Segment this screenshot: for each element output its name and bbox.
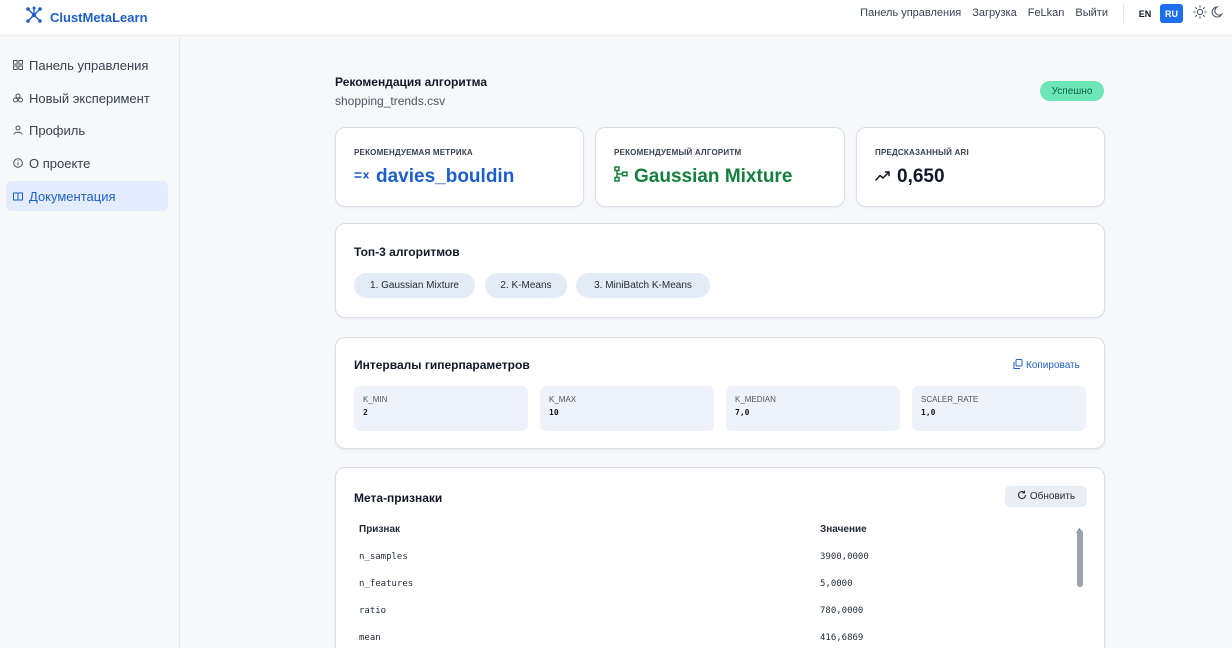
info-icon	[13, 158, 23, 168]
metric-icon	[354, 166, 370, 188]
nav-logout-link[interactable]: Выйти	[1075, 7, 1108, 19]
copy-label: Копировать	[1026, 360, 1080, 371]
copy-button[interactable]: Копировать	[1013, 359, 1080, 372]
algorithm-card-label: РЕКОМЕНДУЕМЫЙ АЛГОРИТМ	[614, 148, 742, 157]
hyperparams-card: Интервалы гиперпараметров Копировать K_M…	[335, 337, 1105, 449]
network-logo-icon	[24, 5, 44, 30]
metric-card: РЕКОМЕНДУЕМАЯ МЕТРИКА davies_bouldin	[335, 127, 584, 207]
refresh-icon	[1017, 490, 1027, 503]
param-name: SCALER_RATE	[921, 395, 979, 404]
top3-title: Топ-3 алгоритмов	[354, 245, 460, 259]
top3-card: Топ-3 алгоритмов 1. Gaussian Mixture 2. …	[335, 223, 1105, 318]
ari-card-label: ПРЕДСКАЗАННЫЙ ARI	[875, 148, 969, 157]
param-value: 2	[363, 408, 368, 417]
param-name: K_MIN	[363, 395, 388, 404]
experiment-icon	[13, 93, 23, 103]
ari-card-value-row: 0,650	[875, 165, 945, 189]
sun-icon[interactable]	[1193, 5, 1207, 19]
sidebar-item-label: Документация	[29, 188, 116, 204]
lang-ru-button[interactable]: RU	[1160, 4, 1183, 23]
status-badge: Успешно	[1040, 81, 1104, 101]
refresh-button[interactable]: Обновить	[1005, 486, 1087, 507]
moon-icon[interactable]	[1211, 5, 1225, 19]
sidebar-item-profile[interactable]: Профиль	[6, 115, 168, 145]
nav-divider	[1123, 4, 1124, 22]
column-header-feature[interactable]: Признак	[359, 524, 400, 535]
meta-features-title: Мета-признаки	[354, 491, 443, 505]
refresh-label: Обновить	[1029, 491, 1076, 502]
top-bar: ClustMetaLearn Панель управления Загрузк…	[0, 0, 1232, 36]
nav-upload-link[interactable]: Загрузка	[972, 7, 1016, 19]
metric-card-value-row: davies_bouldin	[354, 165, 514, 189]
metric-card-label: РЕКОМЕНДУЕМАЯ МЕТРИКА	[354, 148, 473, 157]
param-k-min: K_MIN 2	[354, 386, 528, 431]
param-value: 7,0	[735, 408, 750, 417]
table-cell-value: 3900,0000	[820, 552, 869, 562]
table-cell-feature: mean	[359, 633, 381, 643]
param-scaler-rate: SCALER_RATE 1,0	[912, 386, 1086, 431]
meta-features-card: Мета-признаки Обновить Признак Значение …	[335, 467, 1105, 648]
brand[interactable]: ClustMetaLearn	[24, 4, 148, 30]
table-cell-value: 5,0000	[820, 579, 853, 589]
predicted-ari-value: 0,650	[897, 166, 945, 187]
brand-name: ClustMetaLearn	[50, 9, 148, 25]
page-title: Рекомендация алгоритма	[335, 75, 488, 89]
table-cell-feature: ratio	[359, 606, 387, 616]
sidebar-item-label: Новый эксперимент	[29, 90, 150, 106]
table-cell-value: 416,6869	[820, 633, 864, 643]
trend-icon	[875, 166, 891, 188]
user-icon	[13, 125, 23, 135]
sidebar-item-label: Панель управления	[29, 57, 149, 73]
sidebar-item-label: О проекте	[29, 155, 91, 171]
book-icon	[13, 191, 23, 201]
top-nav: Панель управления Загрузка FeLkan Выйти	[860, 0, 1108, 26]
table-cell-feature: n_samples	[359, 552, 408, 562]
top3-chip-3[interactable]: 3. MiniBatch K-Means	[576, 273, 710, 298]
hyperparams-title: Интервалы гиперпараметров	[354, 358, 530, 372]
scrollbar-thumb[interactable]	[1077, 530, 1083, 587]
param-value: 10	[549, 408, 559, 417]
dataset-filename: shopping_trends.csv	[335, 94, 446, 108]
top3-chip-1[interactable]: 1. Gaussian Mixture	[354, 273, 475, 298]
dashboard-icon	[13, 60, 23, 70]
table-cell-feature: n_features	[359, 579, 414, 589]
recommended-metric-value: davies_bouldin	[376, 166, 515, 187]
sidebar-item-documentation[interactable]: Документация	[6, 181, 168, 211]
sidebar: Панель управления Новый эксперимент Проф…	[0, 37, 180, 648]
column-header-value[interactable]: Значение	[820, 524, 867, 535]
param-value: 1,0	[921, 408, 936, 417]
param-k-median: K_MEDIAN 7,0	[726, 386, 900, 431]
sidebar-item-new-experiment[interactable]: Новый эксперимент	[6, 83, 168, 113]
table-cell-value: 780,0000	[820, 606, 864, 616]
nav-dashboard-link[interactable]: Панель управления	[860, 7, 961, 19]
param-name: K_MEDIAN	[735, 395, 776, 404]
sidebar-item-dashboard[interactable]: Панель управления	[6, 50, 168, 80]
copy-icon	[1013, 359, 1023, 372]
param-name: K_MAX	[549, 395, 577, 404]
lang-en-button[interactable]: EN	[1134, 4, 1156, 23]
sidebar-item-about[interactable]: О проекте	[6, 148, 168, 178]
ari-card: ПРЕДСКАЗАННЫЙ ARI 0,650	[856, 127, 1105, 207]
nav-user-link[interactable]: FeLkan	[1028, 7, 1065, 19]
sidebar-item-label: Профиль	[29, 122, 86, 138]
param-k-max: K_MAX 10	[540, 386, 714, 431]
hierarchy-icon	[614, 166, 628, 188]
top3-chip-2[interactable]: 2. K-Means	[485, 273, 567, 298]
recommended-algorithm-value: Gaussian Mixture	[634, 166, 793, 187]
algorithm-card-value-row: Gaussian Mixture	[614, 165, 792, 189]
algorithm-card: РЕКОМЕНДУЕМЫЙ АЛГОРИТМ Gaussian Mixture	[595, 127, 845, 207]
